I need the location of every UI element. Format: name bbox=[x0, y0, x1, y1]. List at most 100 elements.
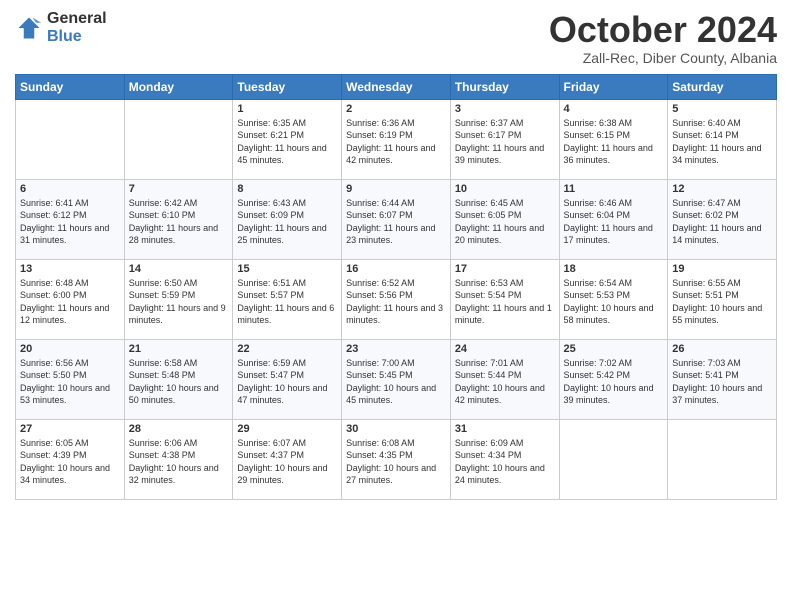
day-info: Sunrise: 6:58 AMSunset: 5:48 PMDaylight:… bbox=[129, 357, 229, 407]
day-info: Sunrise: 6:05 AMSunset: 4:39 PMDaylight:… bbox=[20, 437, 120, 487]
day-cell: 13Sunrise: 6:48 AMSunset: 6:00 PMDayligh… bbox=[16, 259, 125, 339]
day-info: Sunrise: 6:50 AMSunset: 5:59 PMDaylight:… bbox=[129, 277, 229, 327]
logo-blue: Blue bbox=[47, 28, 107, 46]
day-number: 9 bbox=[346, 183, 446, 195]
day-info: Sunrise: 6:35 AMSunset: 6:21 PMDaylight:… bbox=[237, 117, 337, 167]
weekday-header-sunday: Sunday bbox=[16, 74, 125, 99]
week-row-2: 6 Sunrise: 6:41 AMSunset: 6:12 PMDaylight… bbox=[16, 179, 777, 259]
day-number: 15 bbox=[237, 263, 337, 275]
day-number: 19 bbox=[672, 263, 772, 275]
day-cell: 3 Sunrise: 6:37 AMSunset: 6:17 PMDaylight… bbox=[450, 99, 559, 179]
day-cell: 16 Sunrise: 6:52 AMSunset: 5:56 PMDayligh… bbox=[342, 259, 451, 339]
day-cell: 21 Sunrise: 6:58 AMSunset: 5:48 PMDayligh… bbox=[124, 339, 233, 419]
day-number: 28 bbox=[129, 423, 229, 435]
day-info: Sunrise: 6:43 AMSunset: 6:09 PMDaylight:… bbox=[237, 197, 337, 247]
day-cell: 25Sunrise: 7:02 AMSunset: 5:42 PMDayligh… bbox=[559, 339, 668, 419]
day-cell: 23Sunrise: 7:00 AMSunset: 5:45 PMDayligh… bbox=[342, 339, 451, 419]
day-number: 30 bbox=[346, 423, 446, 435]
day-cell: 11Sunrise: 6:46 AMSunset: 6:04 PMDayligh… bbox=[559, 179, 668, 259]
day-cell: 8 Sunrise: 6:43 AMSunset: 6:09 PMDaylight… bbox=[233, 179, 342, 259]
day-cell: 7 Sunrise: 6:42 AMSunset: 6:10 PMDaylight… bbox=[124, 179, 233, 259]
week-row-3: 13Sunrise: 6:48 AMSunset: 6:00 PMDayligh… bbox=[16, 259, 777, 339]
day-info: Sunrise: 6:36 AMSunset: 6:19 PMDaylight:… bbox=[346, 117, 446, 167]
day-cell: 1Sunrise: 6:35 AMSunset: 6:21 PMDaylight… bbox=[233, 99, 342, 179]
header: General Blue October 2024 Zall-Rec, Dibe… bbox=[15, 10, 777, 66]
weekday-header-wednesday: Wednesday bbox=[342, 74, 451, 99]
day-info: Sunrise: 6:55 AMSunset: 5:51 PMDaylight:… bbox=[672, 277, 772, 327]
day-info: Sunrise: 6:38 AMSunset: 6:15 PMDaylight:… bbox=[564, 117, 664, 167]
day-cell: 19 Sunrise: 6:55 AMSunset: 5:51 PMDayligh… bbox=[668, 259, 777, 339]
day-cell: 24 Sunrise: 7:01 AMSunset: 5:44 PMDayligh… bbox=[450, 339, 559, 419]
day-number: 27 bbox=[20, 423, 120, 435]
location-title: Zall-Rec, Diber County, Albania bbox=[549, 50, 777, 66]
day-cell: 4 Sunrise: 6:38 AMSunset: 6:15 PMDaylight… bbox=[559, 99, 668, 179]
logo: General Blue bbox=[15, 10, 107, 45]
day-info: Sunrise: 7:01 AMSunset: 5:44 PMDaylight:… bbox=[455, 357, 555, 407]
logo-icon bbox=[15, 14, 43, 42]
weekday-header-saturday: Saturday bbox=[668, 74, 777, 99]
day-number: 20 bbox=[20, 343, 120, 355]
day-number: 3 bbox=[455, 103, 555, 115]
day-number: 21 bbox=[129, 343, 229, 355]
day-info: Sunrise: 6:59 AMSunset: 5:47 PMDaylight:… bbox=[237, 357, 337, 407]
day-info: Sunrise: 6:46 AMSunset: 6:04 PMDaylight:… bbox=[564, 197, 664, 247]
day-number: 5 bbox=[672, 103, 772, 115]
day-cell: 28 Sunrise: 6:06 AMSunset: 4:38 PMDayligh… bbox=[124, 419, 233, 499]
day-info: Sunrise: 6:08 AMSunset: 4:35 PMDaylight:… bbox=[346, 437, 446, 487]
day-info: Sunrise: 7:03 AMSunset: 5:41 PMDaylight:… bbox=[672, 357, 772, 407]
day-cell: 27 Sunrise: 6:05 AMSunset: 4:39 PMDayligh… bbox=[16, 419, 125, 499]
day-info: Sunrise: 6:45 AMSunset: 6:05 PMDaylight:… bbox=[455, 197, 555, 247]
calendar-table: SundayMondayTuesdayWednesdayThursdayFrid… bbox=[15, 74, 777, 500]
day-cell: 30 Sunrise: 6:08 AMSunset: 4:35 PMDayligh… bbox=[342, 419, 451, 499]
day-info: Sunrise: 6:53 AMSunset: 5:54 PMDaylight:… bbox=[455, 277, 555, 327]
day-number: 22 bbox=[237, 343, 337, 355]
day-info: Sunrise: 7:02 AMSunset: 5:42 PMDaylight:… bbox=[564, 357, 664, 407]
day-number: 2 bbox=[346, 103, 446, 115]
day-cell: 17 Sunrise: 6:53 AMSunset: 5:54 PMDayligh… bbox=[450, 259, 559, 339]
day-info: Sunrise: 6:42 AMSunset: 6:10 PMDaylight:… bbox=[129, 197, 229, 247]
day-info: Sunrise: 6:41 AMSunset: 6:12 PMDaylight:… bbox=[20, 197, 120, 247]
day-number: 26 bbox=[672, 343, 772, 355]
day-cell: 12Sunrise: 6:47 AMSunset: 6:02 PMDayligh… bbox=[668, 179, 777, 259]
day-cell: 10 Sunrise: 6:45 AMSunset: 6:05 PMDayligh… bbox=[450, 179, 559, 259]
day-info: Sunrise: 6:07 AMSunset: 4:37 PMDaylight:… bbox=[237, 437, 337, 487]
day-number: 16 bbox=[346, 263, 446, 275]
day-cell: 20 Sunrise: 6:56 AMSunset: 5:50 PMDayligh… bbox=[16, 339, 125, 419]
day-info: Sunrise: 6:06 AMSunset: 4:38 PMDaylight:… bbox=[129, 437, 229, 487]
day-info: Sunrise: 6:44 AMSunset: 6:07 PMDaylight:… bbox=[346, 197, 446, 247]
day-number: 29 bbox=[237, 423, 337, 435]
day-info: Sunrise: 6:52 AMSunset: 5:56 PMDaylight:… bbox=[346, 277, 446, 327]
day-cell: 26 Sunrise: 7:03 AMSunset: 5:41 PMDayligh… bbox=[668, 339, 777, 419]
day-number: 24 bbox=[455, 343, 555, 355]
logo-general: General bbox=[47, 10, 107, 28]
day-cell: 6 Sunrise: 6:41 AMSunset: 6:12 PMDaylight… bbox=[16, 179, 125, 259]
day-cell: 15Sunrise: 6:51 AMSunset: 5:57 PMDayligh… bbox=[233, 259, 342, 339]
day-number: 14 bbox=[129, 263, 229, 275]
title-block: October 2024 Zall-Rec, Diber County, Alb… bbox=[549, 10, 777, 66]
day-cell bbox=[559, 419, 668, 499]
day-number: 4 bbox=[564, 103, 664, 115]
page: General Blue October 2024 Zall-Rec, Dibe… bbox=[0, 0, 792, 612]
day-number: 12 bbox=[672, 183, 772, 195]
day-number: 17 bbox=[455, 263, 555, 275]
day-info: Sunrise: 6:40 AMSunset: 6:14 PMDaylight:… bbox=[672, 117, 772, 167]
day-number: 10 bbox=[455, 183, 555, 195]
logo-text: General Blue bbox=[47, 10, 107, 45]
day-number: 13 bbox=[20, 263, 120, 275]
day-info: Sunrise: 6:09 AMSunset: 4:34 PMDaylight:… bbox=[455, 437, 555, 487]
weekday-header-monday: Monday bbox=[124, 74, 233, 99]
day-info: Sunrise: 7:00 AMSunset: 5:45 PMDaylight:… bbox=[346, 357, 446, 407]
day-info: Sunrise: 6:54 AMSunset: 5:53 PMDaylight:… bbox=[564, 277, 664, 327]
day-cell bbox=[124, 99, 233, 179]
day-cell: 2 Sunrise: 6:36 AMSunset: 6:19 PMDaylight… bbox=[342, 99, 451, 179]
weekday-header-row: SundayMondayTuesdayWednesdayThursdayFrid… bbox=[16, 74, 777, 99]
weekday-header-tuesday: Tuesday bbox=[233, 74, 342, 99]
day-info: Sunrise: 6:37 AMSunset: 6:17 PMDaylight:… bbox=[455, 117, 555, 167]
day-number: 7 bbox=[129, 183, 229, 195]
day-info: Sunrise: 6:56 AMSunset: 5:50 PMDaylight:… bbox=[20, 357, 120, 407]
day-cell: 31Sunrise: 6:09 AMSunset: 4:34 PMDayligh… bbox=[450, 419, 559, 499]
week-row-4: 20 Sunrise: 6:56 AMSunset: 5:50 PMDayligh… bbox=[16, 339, 777, 419]
day-number: 6 bbox=[20, 183, 120, 195]
day-cell bbox=[668, 419, 777, 499]
day-number: 8 bbox=[237, 183, 337, 195]
